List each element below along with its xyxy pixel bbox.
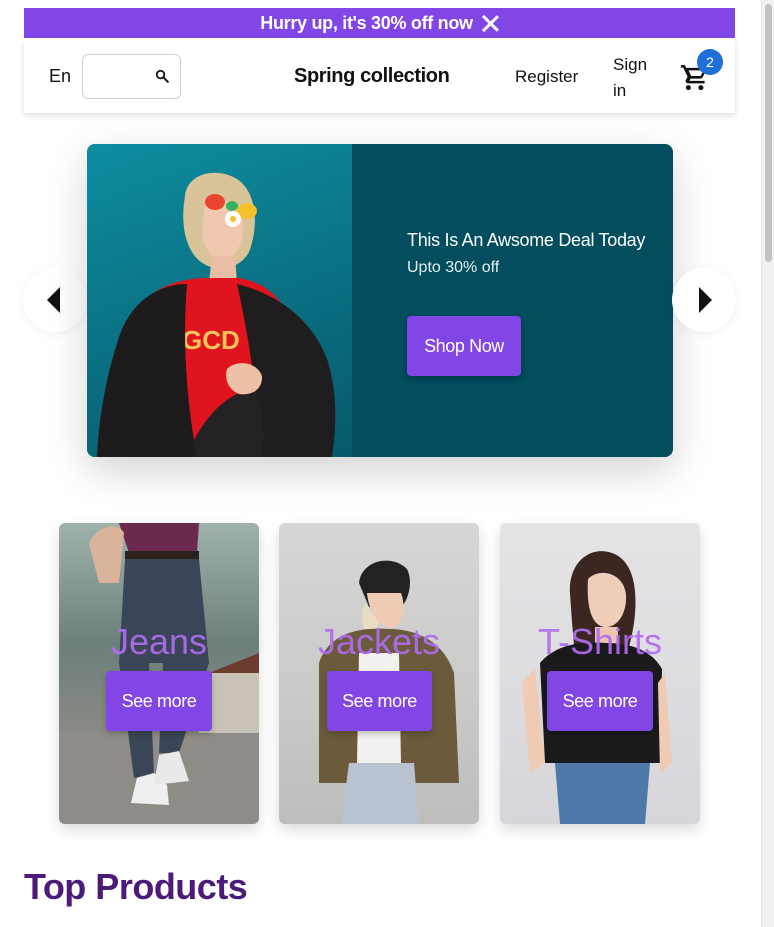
see-more-button[interactable]: See more [327, 671, 432, 731]
shop-now-button[interactable]: Shop Now [407, 316, 521, 376]
see-more-button[interactable]: See more [547, 671, 653, 731]
signin-link[interactable]: Sign in [613, 52, 655, 104]
announcement-text: Hurry up, it's 30% off now [260, 12, 473, 33]
category-title: Jackets [317, 621, 441, 662]
scrollbar-thumb[interactable] [765, 4, 772, 262]
section-title: Top Products [24, 866, 248, 907]
scrollbar[interactable] [761, 0, 774, 927]
chevron-left-icon [47, 287, 60, 313]
register-link[interactable]: Register [515, 67, 578, 87]
category-title: Jeans [110, 621, 208, 662]
category-card-tshirts[interactable]: ANYWEY TIVE T-Shirts See more [500, 523, 700, 824]
announcement-bar: Hurry up, it's 30% off now [24, 8, 735, 38]
category-card-jackets[interactable]: Jackets See more [279, 523, 479, 824]
hero-photo: GCD [97, 172, 336, 457]
category-title: T-Shirts [537, 621, 662, 662]
category-card-jeans[interactable]: Jeans See more [59, 523, 259, 824]
hero-subtitle: Upto 30% off [407, 259, 500, 276]
svg-text:GCD: GCD [182, 325, 240, 355]
hero-title: This Is An Awsome Deal Today [407, 230, 646, 250]
chevron-right-icon [699, 287, 712, 313]
close-icon[interactable] [481, 14, 499, 32]
language-selector[interactable]: En [49, 66, 71, 87]
slider-next-button[interactable] [672, 268, 736, 332]
search-input[interactable] [82, 54, 181, 99]
search-icon[interactable] [155, 69, 169, 83]
hero-banner: GCD This Is An Awsome Deal Today Upto 30… [87, 144, 673, 457]
see-more-button[interactable]: See more [106, 671, 212, 731]
brand-title[interactable]: Spring collection [294, 65, 450, 88]
cart-count-badge: 2 [697, 49, 723, 75]
slider-prev-button[interactable] [23, 268, 87, 332]
header: En Spring collection Register Sign in 2 [24, 38, 735, 113]
page: Hurry up, it's 30% off now En Spring col… [0, 0, 761, 927]
hero-text: This Is An Awsome Deal Today Upto 30% of… [407, 230, 645, 277]
hero-image: GCD [87, 144, 352, 457]
